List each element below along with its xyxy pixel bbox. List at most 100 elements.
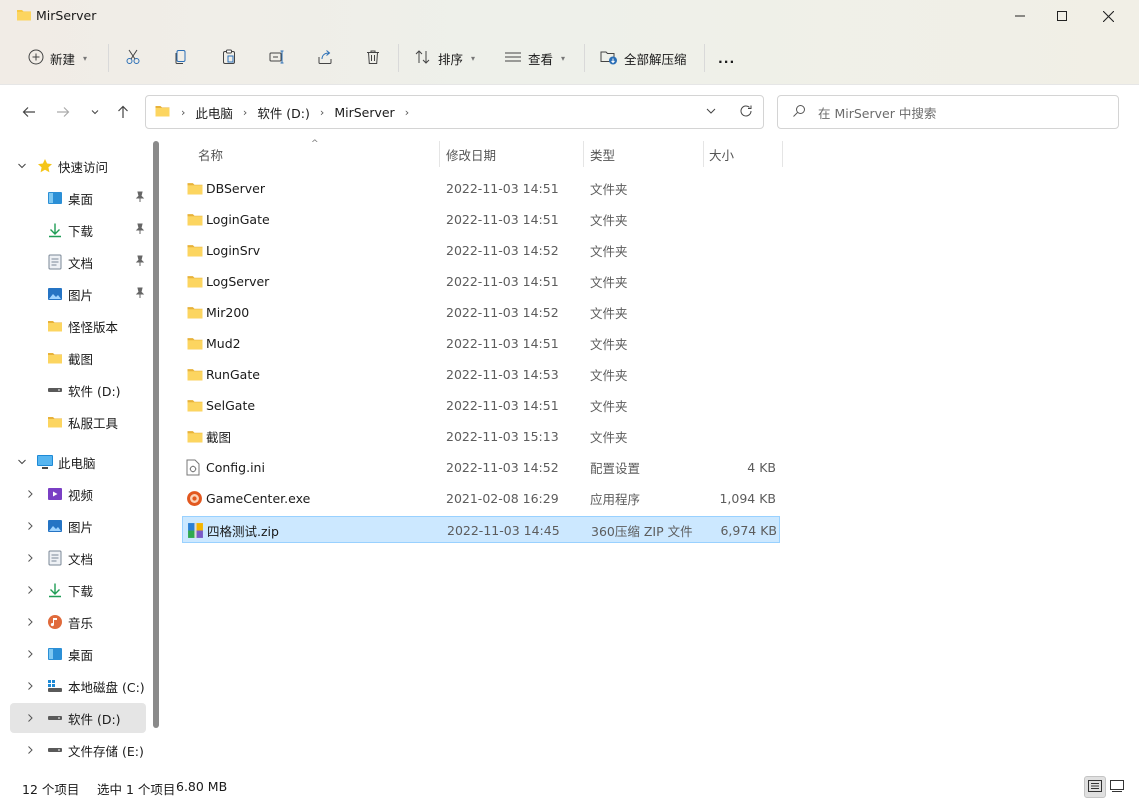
sidebar-item-documents[interactable]: 文档 [46, 247, 146, 277]
back-button[interactable] [18, 102, 40, 124]
file-row[interactable]: LoginGate 2022-11-03 14:51 文件夹 [182, 206, 780, 233]
search-box[interactable]: 在 MirServer 中搜索 [777, 95, 1119, 129]
pin-icon[interactable] [134, 191, 146, 206]
column-divider[interactable] [782, 141, 783, 167]
chevron-down-icon[interactable] [14, 447, 30, 477]
download-arrow-icon [46, 221, 64, 239]
sidebar-item-folder[interactable]: 截图 [46, 343, 146, 373]
file-row[interactable]: Mud2 2022-11-03 14:51 文件夹 [182, 330, 780, 357]
address-bar[interactable]: › 此电脑 › 软件 (D:) › MirServer › [145, 95, 764, 129]
sidebar-item-pictures[interactable]: 图片 [46, 511, 146, 541]
file-date: 2022-11-03 14:52 [446, 305, 559, 320]
minimize-button[interactable] [997, 0, 1043, 32]
details-view-button[interactable] [1084, 776, 1106, 798]
chevron-right-icon[interactable] [22, 735, 38, 765]
breadcrumb-this-pc[interactable]: 此电脑 [195, 103, 233, 122]
search-input[interactable]: 在 MirServer 中搜索 [818, 103, 936, 122]
sidebar-item-drive-e[interactable]: 文件存储 (E:) [46, 735, 146, 765]
chevron-right-icon[interactable] [22, 607, 38, 637]
file-row[interactable]: RunGate 2022-11-03 14:53 文件夹 [182, 361, 780, 388]
sidebar-item-folder[interactable]: 怪怪版本 [46, 311, 146, 341]
file-row[interactable]: LoginSrv 2022-11-03 14:52 文件夹 [182, 237, 780, 264]
file-row[interactable]: DBServer 2022-11-03 14:51 文件夹 [182, 175, 780, 202]
copy-button[interactable] [169, 46, 193, 70]
chevron-down-icon[interactable] [14, 151, 30, 181]
sidebar-item-desktop[interactable]: 桌面 [46, 183, 146, 213]
file-date: 2022-11-03 14:52 [446, 460, 559, 475]
maximize-button[interactable] [1039, 0, 1085, 32]
sidebar-scrollbar[interactable] [153, 141, 159, 728]
chevron-right-icon[interactable] [22, 511, 38, 541]
pin-icon[interactable] [134, 255, 146, 270]
new-button[interactable]: 新建 ▾ [28, 43, 87, 73]
sidebar-item-videos[interactable]: 视频 [46, 479, 146, 509]
navigation-row: › 此电脑 › 软件 (D:) › MirServer › 在 MirServe… [0, 85, 1139, 139]
star-icon [36, 157, 54, 175]
refresh-icon[interactable] [739, 104, 753, 121]
chevron-right-icon[interactable] [22, 671, 38, 701]
file-size [686, 237, 776, 264]
folder-icon [186, 423, 206, 450]
sort-button[interactable]: 排序 ▾ [414, 43, 475, 73]
paste-button[interactable] [217, 46, 241, 70]
delete-button[interactable] [361, 46, 385, 70]
navigation-pane: 快速访问 桌面 下载 文档 图片 怪怪版本 截图 软件 (D:) 私服工具 此电… [0, 139, 163, 772]
close-button[interactable] [1085, 0, 1131, 32]
sidebar-item-documents[interactable]: 文档 [46, 543, 146, 573]
column-header-size[interactable]: 大小 [709, 139, 781, 169]
more-options-button[interactable]: ... [718, 43, 735, 73]
column-header-type[interactable]: 类型 [590, 139, 702, 169]
selection-size: 6.80 MB [176, 779, 228, 794]
forward-button[interactable] [52, 102, 74, 124]
large-icons-view-button[interactable] [1106, 776, 1128, 798]
file-date: 2022-11-03 14:51 [446, 212, 559, 227]
file-row[interactable]: GameCenter.exe 2021-02-08 16:29 应用程序 1,094 … [182, 485, 780, 512]
window-title: MirServer [36, 8, 97, 23]
chevron-right-icon[interactable] [22, 543, 38, 573]
folder-icon [186, 237, 206, 264]
file-row[interactable]: Config.ini 2022-11-03 14:52 配置设置 4 KB [182, 454, 780, 481]
cut-button[interactable] [121, 46, 145, 70]
breadcrumb-drive-d[interactable]: 软件 (D:) [257, 103, 310, 122]
sidebar-item-drive-d[interactable]: 软件 (D:) [46, 703, 146, 733]
column-divider[interactable] [703, 141, 704, 167]
column-divider[interactable] [439, 141, 440, 167]
file-row[interactable]: 截图 2022-11-03 15:13 文件夹 [182, 423, 780, 450]
file-row[interactable]: 四格测试.zip 2022-11-03 14:45 360压缩 ZIP 文件 6,97… [182, 516, 780, 543]
clipboard-icon [221, 49, 237, 68]
breadcrumb-mirserver[interactable]: MirServer [334, 105, 394, 120]
sidebar-item-quick-access[interactable]: 快速访问 [36, 151, 146, 181]
sidebar-item-this-pc[interactable]: 此电脑 [36, 447, 146, 477]
folder-icon [186, 361, 206, 388]
file-size [686, 206, 776, 233]
sidebar-item-pictures[interactable]: 图片 [46, 279, 146, 309]
sidebar-item-drive-c[interactable]: 本地磁盘 (C:) [46, 671, 146, 701]
sidebar-item-music[interactable]: 音乐 [46, 607, 146, 637]
address-history-button[interactable] [705, 105, 717, 120]
chevron-right-icon[interactable] [22, 703, 38, 733]
recent-locations-button[interactable] [84, 102, 106, 124]
file-row[interactable]: SelGate 2022-11-03 14:51 文件夹 [182, 392, 780, 419]
sidebar-item-downloads[interactable]: 下载 [46, 575, 146, 605]
rename-button[interactable] [265, 46, 289, 70]
pin-icon[interactable] [134, 223, 146, 238]
sidebar-item-downloads[interactable]: 下载 [46, 215, 146, 245]
column-header-name[interactable]: 名称 [198, 139, 438, 169]
share-button[interactable] [313, 46, 337, 70]
chevron-right-icon[interactable] [22, 639, 38, 669]
chevron-right-icon[interactable] [22, 575, 38, 605]
sidebar-item-desktop[interactable]: 桌面 [46, 639, 146, 669]
sidebar-item-folder[interactable]: 私服工具 [46, 407, 146, 437]
column-header-date[interactable]: 修改日期 [446, 139, 582, 169]
sidebar-item-drive-d[interactable]: 软件 (D:) [46, 375, 146, 405]
view-button[interactable]: 查看 ▾ [504, 43, 565, 73]
file-name: GameCenter.exe [206, 491, 311, 506]
extract-all-button[interactable]: 全部解压缩 [600, 43, 687, 73]
up-button[interactable] [112, 102, 134, 124]
pin-icon[interactable] [134, 287, 146, 302]
column-divider[interactable] [583, 141, 584, 167]
file-row[interactable]: LogServer 2022-11-03 14:51 文件夹 [182, 268, 780, 295]
picture-icon [46, 517, 64, 535]
chevron-right-icon[interactable] [22, 479, 38, 509]
file-row[interactable]: Mir200 2022-11-03 14:52 文件夹 [182, 299, 780, 326]
